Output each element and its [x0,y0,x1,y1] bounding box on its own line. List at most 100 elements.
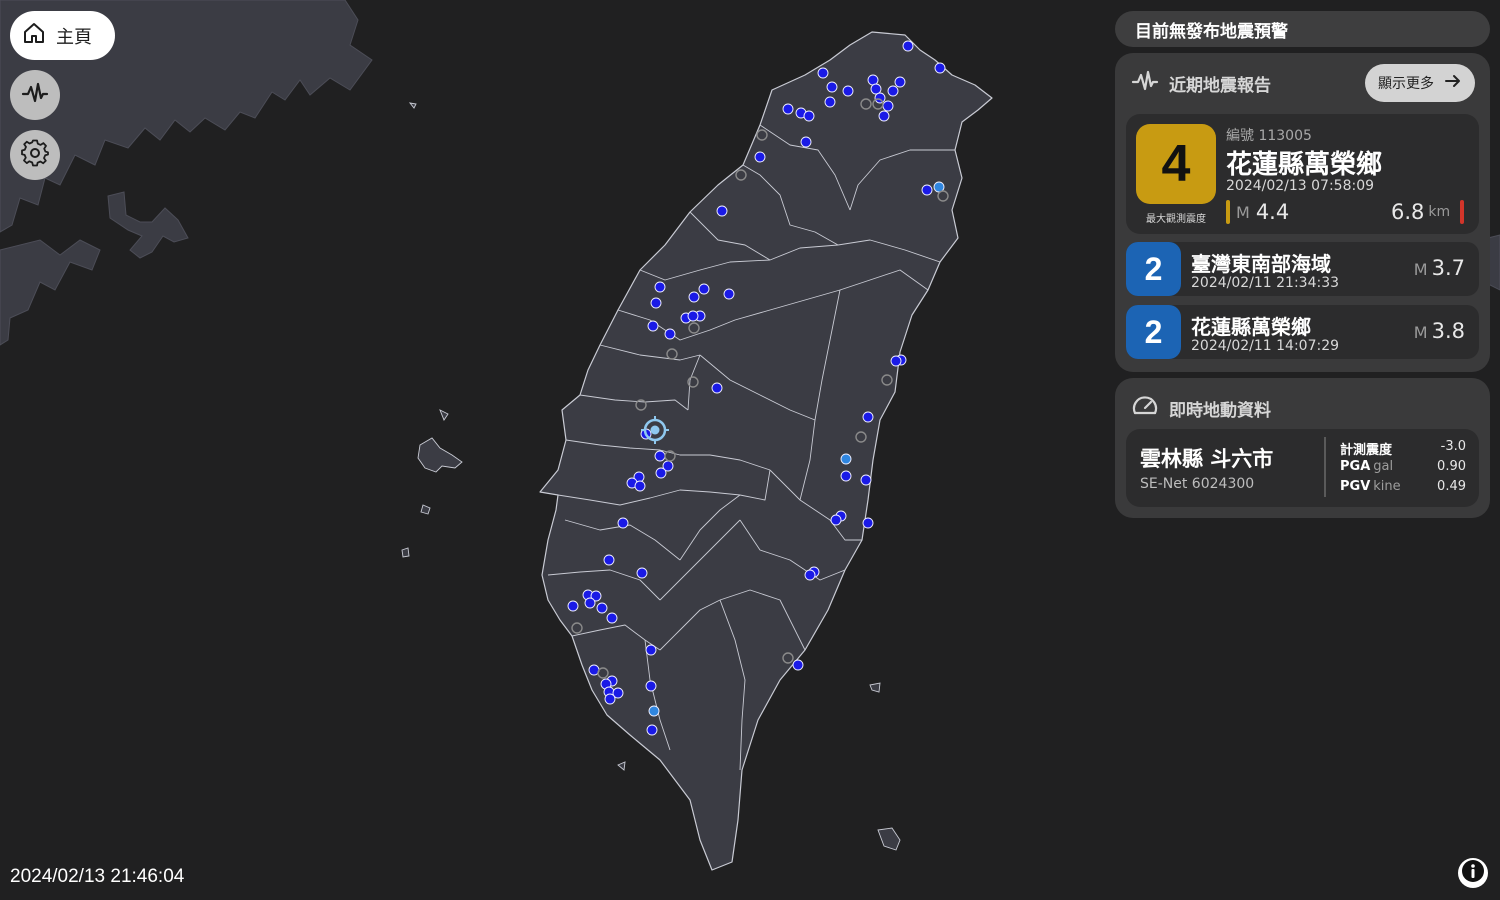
station-dot[interactable] [603,554,615,566]
station-dot[interactable] [894,76,906,88]
info-button[interactable] [1458,858,1488,888]
magnitude-bar [1226,200,1230,224]
warning-status-bar: 目前無發布地震預警 [1115,11,1490,47]
station-dot[interactable] [754,151,766,163]
station-dot[interactable] [645,644,657,656]
report-list-item[interactable]: 2 臺灣東南部海域 2024/02/11 21:34:33 M 3.7 [1126,242,1479,296]
station-dot[interactable] [826,81,838,93]
station-dot[interactable] [882,100,894,112]
row-value: -3.0 [1440,439,1466,454]
station-dot[interactable] [716,205,728,217]
station-dot[interactable] [688,291,700,303]
station-dot[interactable] [664,328,676,340]
row-label: PGA [1340,459,1371,474]
station-dot[interactable] [870,83,882,95]
station-dot[interactable] [606,612,618,624]
station-dot[interactable] [634,480,646,492]
station-dot[interactable] [636,567,648,579]
realtime-title: 即時地動資料 [1169,400,1271,421]
station-dot[interactable] [874,92,886,104]
station-dot[interactable] [840,453,852,465]
pga-row: PGA gal 0.90 [1340,459,1466,477]
station-dot[interactable] [890,355,902,367]
station-dot[interactable] [584,597,596,609]
magnitude-prefix: M [1236,202,1250,222]
station-dot[interactable] [646,724,658,736]
station-name: 雲林縣 斗六市 [1140,447,1274,471]
station-dot[interactable] [804,569,816,581]
recent-reports-title: 近期地震報告 [1169,75,1271,96]
station-dot[interactable] [862,411,874,423]
report-location: 花蓮縣萬榮鄉 [1191,315,1311,339]
waveform-button[interactable] [10,70,60,120]
report-location: 花蓮縣萬榮鄉 [1226,150,1383,180]
station-dot[interactable] [782,103,794,115]
depth-value: 6.8 [1391,200,1425,224]
station-dot[interactable] [902,40,914,52]
magnitude: M 4.4 [1226,199,1289,225]
station-dot[interactable] [921,184,933,196]
station-dot[interactable] [887,85,899,97]
show-more-button[interactable]: 顯示更多 [1365,64,1475,102]
station-dot[interactable] [645,680,657,692]
home-button[interactable]: 主頁 [10,11,115,60]
station-dot[interactable] [650,297,662,309]
station-dot[interactable] [604,693,616,705]
station-dot[interactable] [654,281,666,293]
max-intensity-caption: 最大觀測震度 [1146,214,1206,225]
station-dot[interactable] [617,517,629,529]
recent-reports-panel: 近期地震報告 顯示更多 4 最大觀測震度 編號 113005 花蓮縣萬榮鄉 20… [1115,53,1490,372]
realtime-panel: 即時地動資料 雲林縣 斗六市 SE-Net 6024300 計測震度 -3.0 … [1115,378,1490,518]
current-time: 2024/02/13 21:46:04 [10,866,185,887]
report-list-item[interactable]: 2 花蓮縣萬榮鄉 2024/02/11 14:07:29 M 3.8 [1126,305,1479,359]
report-time: 2024/02/11 21:34:33 [1191,275,1340,291]
home-label: 主頁 [56,26,92,48]
report-time: 2024/02/11 14:07:29 [1191,338,1340,354]
station-dot[interactable] [830,514,842,526]
station-dot[interactable] [803,110,815,122]
report-number: 編號 113005 [1226,128,1312,144]
magnitude: M 3.8 [1414,319,1465,343]
magnitude-prefix: M [1413,323,1428,342]
home-icon [22,21,46,50]
intensity-row: 計測震度 -3.0 [1340,439,1466,458]
station-network: SE-Net 6024300 [1140,476,1255,492]
magnitude-value: 3.8 [1431,319,1465,343]
row-unit: gal [1373,459,1394,474]
arrow-right-icon [1444,72,1462,94]
report-location: 臺灣東南部海域 [1191,252,1331,276]
settings-button[interactable] [10,130,60,180]
station-dot[interactable] [792,659,804,671]
station-dot[interactable] [860,474,872,486]
station-dot[interactable] [654,450,666,462]
station-dot[interactable] [878,110,890,122]
station-dot[interactable] [687,310,699,322]
station-dot[interactable] [723,288,735,300]
depth: 6.8 km [1391,199,1465,225]
station-dot[interactable] [934,62,946,74]
station-dot[interactable] [842,85,854,97]
row-unit: kine [1373,479,1401,494]
station-dot[interactable] [655,467,667,479]
station-dot[interactable] [867,74,879,86]
station-dot[interactable] [567,600,579,612]
featured-report-card[interactable]: 4 最大觀測震度 編號 113005 花蓮縣萬榮鄉 2024/02/13 07:… [1126,114,1479,234]
station-dot[interactable] [711,382,723,394]
waveform-icon [21,79,49,111]
mainland-peninsula [0,239,101,346]
station-dot[interactable] [824,96,836,108]
station-card[interactable]: 雲林縣 斗六市 SE-Net 6024300 計測震度 -3.0 PGA gal … [1126,429,1479,507]
station-dot[interactable] [648,705,660,717]
show-more-label: 顯示更多 [1378,76,1434,92]
intensity-badge: 2 [1126,242,1181,296]
station-dot[interactable] [647,320,659,332]
station-dot[interactable] [800,136,812,148]
row-label: PGV [1340,479,1371,494]
station-dot[interactable] [840,470,852,482]
station-dot[interactable] [698,283,710,295]
station-dot[interactable] [862,517,874,529]
max-intensity-badge: 4 [1136,124,1216,204]
station-dot[interactable] [596,602,608,614]
island-kinmen [107,191,189,259]
station-dot[interactable] [817,67,829,79]
